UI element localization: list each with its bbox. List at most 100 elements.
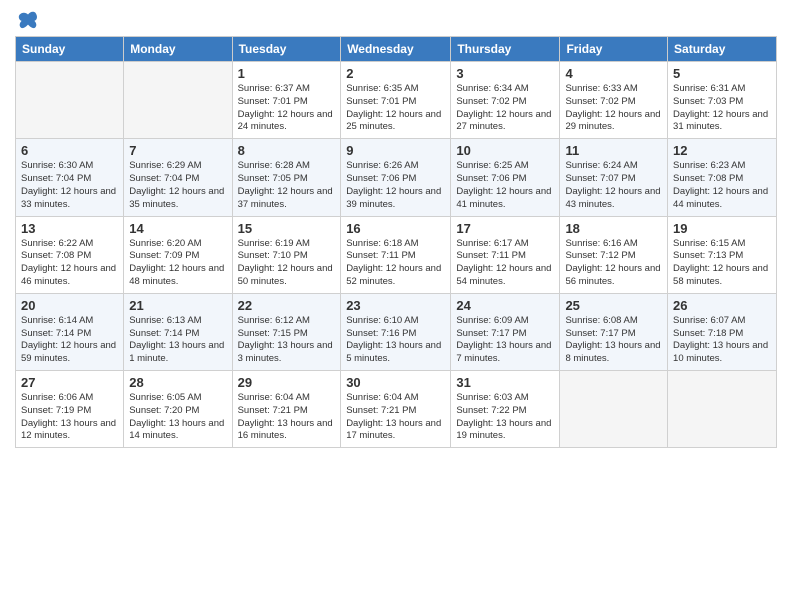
calendar-cell: 20 Sunrise: 6:14 AM Sunset: 7:14 PM Dayli… xyxy=(16,293,124,370)
day-info: Sunrise: 6:04 AM Sunset: 7:21 PM Dayligh… xyxy=(346,392,445,443)
day-info: Sunrise: 6:08 AM Sunset: 7:17 PM Dayligh… xyxy=(565,315,662,366)
day-number: 3 xyxy=(456,66,554,81)
calendar-week-row: 20 Sunrise: 6:14 AM Sunset: 7:14 PM Dayli… xyxy=(16,293,777,370)
day-info: Sunrise: 6:03 AM Sunset: 7:22 PM Dayligh… xyxy=(456,392,554,443)
calendar-cell: 8Sunrise: 6:28 AM Sunset: 7:05 PM Daylig… xyxy=(232,139,341,216)
day-of-week-header: Sunday xyxy=(16,37,124,62)
calendar-cell: 31Sunrise: 6:03 AM Sunset: 7:22 PM Dayli… xyxy=(451,371,560,448)
day-number: 14 xyxy=(129,221,226,236)
day-info: Sunrise: 6:37 AM Sunset: 7:01 PM Dayligh… xyxy=(238,83,336,134)
day-of-week-header: Monday xyxy=(124,37,232,62)
day-number: 20 xyxy=(21,298,118,313)
day-number: 9 xyxy=(346,143,445,158)
calendar-body: 1 Sunrise: 6:37 AM Sunset: 7:01 PM Daylig… xyxy=(16,62,777,448)
calendar-week-row: 1 Sunrise: 6:37 AM Sunset: 7:01 PM Daylig… xyxy=(16,62,777,139)
day-number: 13 xyxy=(21,221,118,236)
day-info: Sunrise: 6:05 AM Sunset: 7:20 PM Dayligh… xyxy=(129,392,226,443)
calendar-cell: 7 Sunrise: 6:29 AM Sunset: 7:04 PM Daylig… xyxy=(124,139,232,216)
day-of-week-header: Saturday xyxy=(668,37,777,62)
day-number: 6 xyxy=(21,143,118,158)
day-info: Sunrise: 6:12 AM Sunset: 7:15 PM Dayligh… xyxy=(238,315,336,366)
calendar-cell xyxy=(124,62,232,139)
day-number: 30 xyxy=(346,375,445,390)
calendar-cell: 4Sunrise: 6:33 AM Sunset: 7:02 PM Daylig… xyxy=(560,62,668,139)
day-info: Sunrise: 6:29 AM Sunset: 7:04 PM Dayligh… xyxy=(129,160,226,211)
day-info: Sunrise: 6:14 AM Sunset: 7:14 PM Dayligh… xyxy=(21,315,118,366)
day-number: 24 xyxy=(456,298,554,313)
day-of-week-header: Tuesday xyxy=(232,37,341,62)
day-info: Sunrise: 6:16 AM Sunset: 7:12 PM Dayligh… xyxy=(565,238,662,289)
calendar-table: SundayMondayTuesdayWednesdayThursdayFrid… xyxy=(15,36,777,448)
day-info: Sunrise: 6:34 AM Sunset: 7:02 PM Dayligh… xyxy=(456,83,554,134)
day-number: 12 xyxy=(673,143,771,158)
calendar-cell: 6 Sunrise: 6:30 AM Sunset: 7:04 PM Daylig… xyxy=(16,139,124,216)
day-info: Sunrise: 6:15 AM Sunset: 7:13 PM Dayligh… xyxy=(673,238,771,289)
calendar-cell: 16 Sunrise: 6:18 AM Sunset: 7:11 PM Dayli… xyxy=(341,216,451,293)
calendar-cell xyxy=(16,62,124,139)
day-info: Sunrise: 6:33 AM Sunset: 7:02 PM Dayligh… xyxy=(565,83,662,134)
day-number: 15 xyxy=(238,221,336,236)
calendar-week-row: 6 Sunrise: 6:30 AM Sunset: 7:04 PM Daylig… xyxy=(16,139,777,216)
day-number: 27 xyxy=(21,375,118,390)
day-number: 10 xyxy=(456,143,554,158)
day-info: Sunrise: 6:09 AM Sunset: 7:17 PM Dayligh… xyxy=(456,315,554,366)
calendar-cell: 24 Sunrise: 6:09 AM Sunset: 7:17 PM Dayli… xyxy=(451,293,560,370)
calendar-week-row: 27 Sunrise: 6:06 AM Sunset: 7:19 PM Dayli… xyxy=(16,371,777,448)
day-of-week-header: Wednesday xyxy=(341,37,451,62)
day-info: Sunrise: 6:20 AM Sunset: 7:09 PM Dayligh… xyxy=(129,238,226,289)
calendar-cell: 18Sunrise: 6:16 AM Sunset: 7:12 PM Dayli… xyxy=(560,216,668,293)
calendar-cell: 28Sunrise: 6:05 AM Sunset: 7:20 PM Dayli… xyxy=(124,371,232,448)
day-info: Sunrise: 6:06 AM Sunset: 7:19 PM Dayligh… xyxy=(21,392,118,443)
calendar-cell: 15 Sunrise: 6:19 AM Sunset: 7:10 PM Dayli… xyxy=(232,216,341,293)
calendar-cell: 23 Sunrise: 6:10 AM Sunset: 7:16 PM Dayli… xyxy=(341,293,451,370)
calendar-cell: 17Sunrise: 6:17 AM Sunset: 7:11 PM Dayli… xyxy=(451,216,560,293)
calendar-cell: 3 Sunrise: 6:34 AM Sunset: 7:02 PM Daylig… xyxy=(451,62,560,139)
calendar-cell xyxy=(560,371,668,448)
calendar-cell: 30 Sunrise: 6:04 AM Sunset: 7:21 PM Dayli… xyxy=(341,371,451,448)
day-info: Sunrise: 6:25 AM Sunset: 7:06 PM Dayligh… xyxy=(456,160,554,211)
calendar-cell: 2Sunrise: 6:35 AM Sunset: 7:01 PM Daylig… xyxy=(341,62,451,139)
calendar-cell xyxy=(668,371,777,448)
calendar-cell: 26Sunrise: 6:07 AM Sunset: 7:18 PM Dayli… xyxy=(668,293,777,370)
day-info: Sunrise: 6:10 AM Sunset: 7:16 PM Dayligh… xyxy=(346,315,445,366)
logo-bird-icon xyxy=(17,10,39,30)
logo-text xyxy=(15,10,39,30)
calendar-cell: 10 Sunrise: 6:25 AM Sunset: 7:06 PM Dayli… xyxy=(451,139,560,216)
calendar-cell: 13 Sunrise: 6:22 AM Sunset: 7:08 PM Dayli… xyxy=(16,216,124,293)
calendar-cell: 14 Sunrise: 6:20 AM Sunset: 7:09 PM Dayli… xyxy=(124,216,232,293)
day-info: Sunrise: 6:22 AM Sunset: 7:08 PM Dayligh… xyxy=(21,238,118,289)
calendar-cell: 5 Sunrise: 6:31 AM Sunset: 7:03 PM Daylig… xyxy=(668,62,777,139)
header xyxy=(15,10,777,30)
day-info: Sunrise: 6:04 AM Sunset: 7:21 PM Dayligh… xyxy=(238,392,336,443)
page: SundayMondayTuesdayWednesdayThursdayFrid… xyxy=(0,0,792,612)
calendar-week-row: 13 Sunrise: 6:22 AM Sunset: 7:08 PM Dayli… xyxy=(16,216,777,293)
day-info: Sunrise: 6:19 AM Sunset: 7:10 PM Dayligh… xyxy=(238,238,336,289)
calendar-cell: 19Sunrise: 6:15 AM Sunset: 7:13 PM Dayli… xyxy=(668,216,777,293)
day-number: 21 xyxy=(129,298,226,313)
day-info: Sunrise: 6:28 AM Sunset: 7:05 PM Dayligh… xyxy=(238,160,336,211)
day-info: Sunrise: 6:18 AM Sunset: 7:11 PM Dayligh… xyxy=(346,238,445,289)
day-info: Sunrise: 6:30 AM Sunset: 7:04 PM Dayligh… xyxy=(21,160,118,211)
day-info: Sunrise: 6:24 AM Sunset: 7:07 PM Dayligh… xyxy=(565,160,662,211)
calendar-cell: 9 Sunrise: 6:26 AM Sunset: 7:06 PM Daylig… xyxy=(341,139,451,216)
day-number: 16 xyxy=(346,221,445,236)
day-info: Sunrise: 6:31 AM Sunset: 7:03 PM Dayligh… xyxy=(673,83,771,134)
day-info: Sunrise: 6:23 AM Sunset: 7:08 PM Dayligh… xyxy=(673,160,771,211)
day-number: 23 xyxy=(346,298,445,313)
calendar-cell: 1 Sunrise: 6:37 AM Sunset: 7:01 PM Daylig… xyxy=(232,62,341,139)
logo xyxy=(15,10,39,30)
day-of-week-header: Thursday xyxy=(451,37,560,62)
calendar-cell: 22Sunrise: 6:12 AM Sunset: 7:15 PM Dayli… xyxy=(232,293,341,370)
day-number: 17 xyxy=(456,221,554,236)
calendar-cell: 25Sunrise: 6:08 AM Sunset: 7:17 PM Dayli… xyxy=(560,293,668,370)
calendar-cell: 27 Sunrise: 6:06 AM Sunset: 7:19 PM Dayli… xyxy=(16,371,124,448)
calendar-cell: 12 Sunrise: 6:23 AM Sunset: 7:08 PM Dayli… xyxy=(668,139,777,216)
day-info: Sunrise: 6:07 AM Sunset: 7:18 PM Dayligh… xyxy=(673,315,771,366)
day-info: Sunrise: 6:26 AM Sunset: 7:06 PM Dayligh… xyxy=(346,160,445,211)
calendar-cell: 21Sunrise: 6:13 AM Sunset: 7:14 PM Dayli… xyxy=(124,293,232,370)
day-number: 1 xyxy=(238,66,336,81)
calendar-cell: 29Sunrise: 6:04 AM Sunset: 7:21 PM Dayli… xyxy=(232,371,341,448)
day-number: 7 xyxy=(129,143,226,158)
day-number: 5 xyxy=(673,66,771,81)
days-of-week-row: SundayMondayTuesdayWednesdayThursdayFrid… xyxy=(16,37,777,62)
